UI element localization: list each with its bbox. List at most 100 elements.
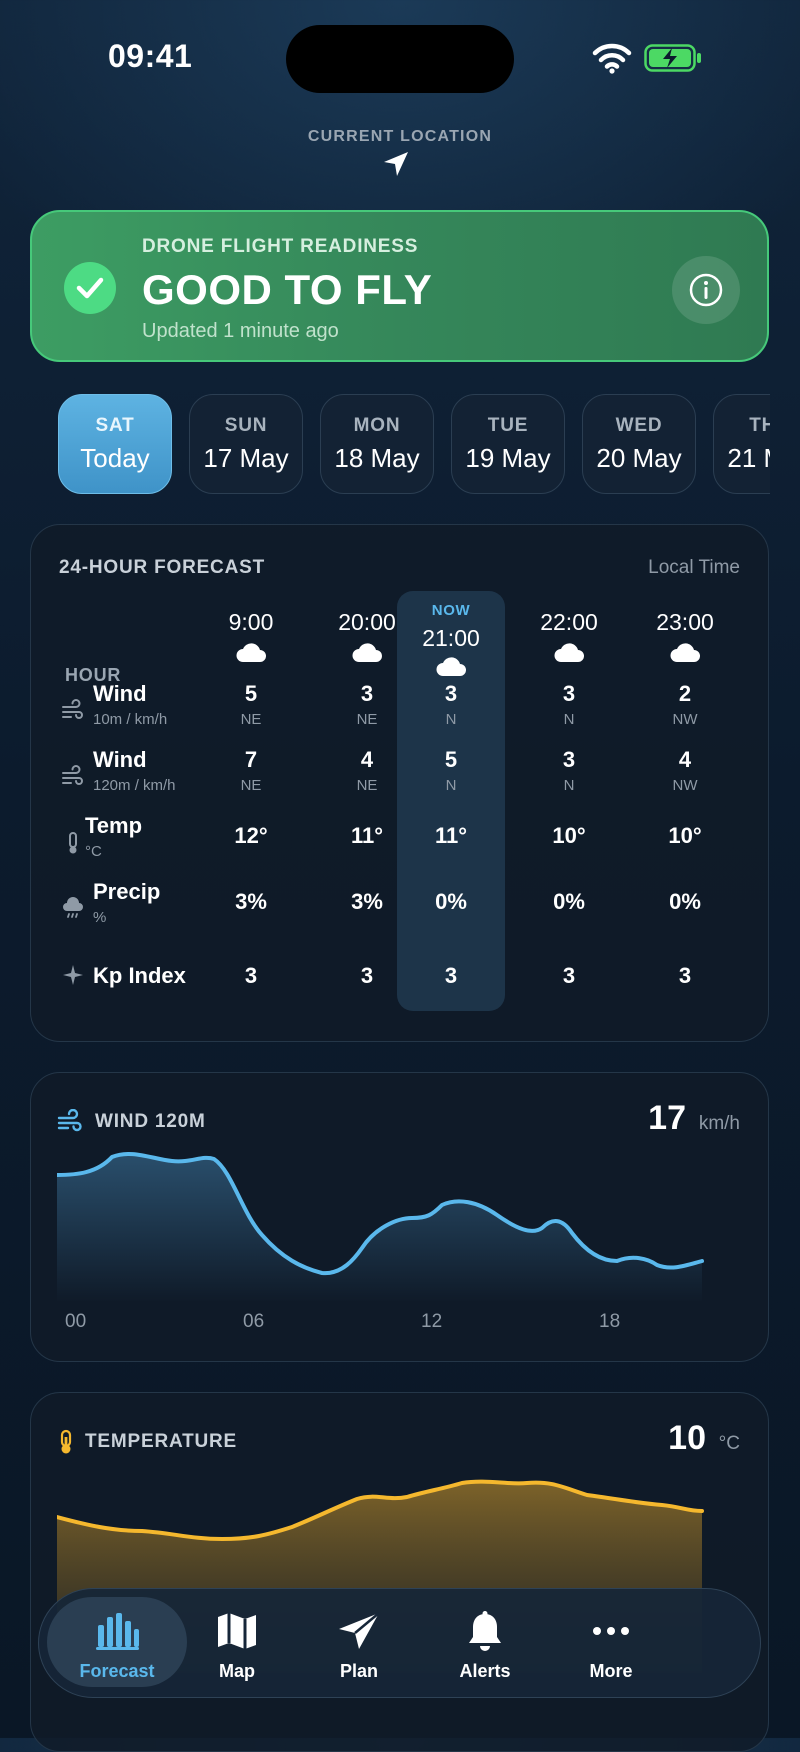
day-chip-sat[interactable]: SAT Today xyxy=(58,394,172,494)
forecast-cell-value: 5 xyxy=(444,747,458,772)
info-button[interactable] xyxy=(672,256,740,324)
row-label: Wind xyxy=(93,681,147,706)
temperature-chart-title: TEMPERATURE xyxy=(85,1431,238,1452)
row-label: Wind xyxy=(93,747,147,772)
readiness-status: GOOD TO FLY xyxy=(142,266,433,313)
tab-label: More xyxy=(589,1661,633,1681)
bell-icon xyxy=(469,1611,501,1651)
row-label: Kp Index xyxy=(93,963,186,988)
day-chip-date: 21 May xyxy=(727,443,770,473)
day-chip-weekday: WED xyxy=(615,415,663,436)
wind-chart-title: WIND 120M xyxy=(95,1111,206,1132)
hour-time: 22:00 xyxy=(540,609,598,635)
tab-more[interactable]: More xyxy=(541,1589,681,1695)
current-location-label[interactable]: CURRENT LOCATION xyxy=(0,128,800,146)
tab-alerts[interactable]: Alerts xyxy=(415,1589,555,1695)
day-selector[interactable]: SAT Today SUN 17 May MON 18 May TUE 19 May WED 20… xyxy=(58,394,770,494)
now-column-highlight xyxy=(397,591,505,1011)
temperature-current-value: 10 xyxy=(668,1419,706,1457)
cloud-icon xyxy=(235,641,267,663)
row-label: Temp xyxy=(85,813,143,838)
row-unit: 120m / km/h xyxy=(93,777,176,794)
wind-chart-card[interactable]: WIND 120M 17 km/h 00 06 12 18 xyxy=(30,1072,769,1362)
temperature-chart-card[interactable]: TEMPERATURE 10 °C xyxy=(30,1392,769,1752)
rain-cloud-icon xyxy=(61,897,85,921)
plane-send-icon xyxy=(339,1612,380,1649)
forecast-cell-value: 3 xyxy=(444,963,458,988)
forecast-cell-value: 3 xyxy=(562,681,576,706)
wind-direction: NW xyxy=(672,711,698,728)
day-chip-weekday: THU xyxy=(749,415,770,436)
cloud-icon xyxy=(351,641,383,663)
flight-readiness-card[interactable]: DRONE FLIGHT READINESS GOOD TO FLY Updat… xyxy=(30,210,769,362)
day-chip-weekday: MON xyxy=(353,415,401,436)
cloud-icon xyxy=(435,655,467,677)
day-chip-date: 18 May xyxy=(334,443,420,473)
day-chip-date: Today xyxy=(80,443,150,473)
forecast-cell-value: 3% xyxy=(235,889,267,914)
forecast-cell-value: 3 xyxy=(562,963,576,988)
forecast-cell-value: 0% xyxy=(553,889,585,914)
day-chip-tue[interactable]: TUE 19 May xyxy=(451,394,565,494)
wind-current-value: 17 xyxy=(648,1099,686,1137)
map-icon xyxy=(218,1613,256,1649)
day-chip-thu[interactable]: THU 21 May xyxy=(713,394,770,494)
wifi-icon xyxy=(592,43,632,74)
day-chip-date: 19 May xyxy=(465,443,551,473)
tab-label: Map xyxy=(219,1661,255,1681)
wind-direction: N xyxy=(563,777,575,794)
forecast-cell-value: 4 xyxy=(678,747,692,772)
wind-direction: NW xyxy=(672,777,698,794)
status-time: 09:41 xyxy=(108,38,193,74)
local-time-toggle[interactable]: Local Time xyxy=(648,557,740,579)
day-chip-date: 20 May xyxy=(596,443,682,473)
day-chip-wed[interactable]: WED 20 May xyxy=(582,394,696,494)
hour-time: 21:00 xyxy=(422,625,480,651)
row-label: Precip xyxy=(93,879,161,904)
wind-xtick: 18 xyxy=(599,1311,621,1332)
tab-label: Forecast xyxy=(79,1661,155,1681)
hour-time: 23:00 xyxy=(656,609,714,635)
hour-time: 9:00 xyxy=(228,609,274,635)
sparkle-icon xyxy=(61,963,85,987)
info-icon xyxy=(689,273,723,307)
forecast-title: 24-HOUR FORECAST xyxy=(59,557,265,578)
wind-chart-plot xyxy=(57,1152,704,1303)
hourly-forecast-card: 24-HOUR FORECAST Local Time NOW HOUR 9:0… xyxy=(30,524,769,1042)
forecast-cell-value: 5 xyxy=(244,681,258,706)
wind-icon xyxy=(57,1109,82,1132)
forecast-cell-value: 10° xyxy=(552,823,586,848)
readiness-eyebrow: DRONE FLIGHT READINESS xyxy=(142,236,419,257)
forecast-cell-value: 0% xyxy=(435,889,467,914)
wind-direction: NE xyxy=(240,777,262,794)
day-chip-mon[interactable]: MON 18 May xyxy=(320,394,434,494)
forecast-bars-icon xyxy=(96,1613,139,1650)
wind-unit: km/h xyxy=(698,1113,740,1134)
thermometer-icon xyxy=(61,831,85,855)
wind-direction: N xyxy=(445,777,457,794)
forecast-cell-value: 7 xyxy=(244,747,258,772)
wind-direction: N xyxy=(563,711,575,728)
cloud-icon xyxy=(669,641,701,663)
temperature-unit: °C xyxy=(718,1433,740,1454)
day-chip-sun[interactable]: SUN 17 May xyxy=(189,394,303,494)
tab-label: Plan xyxy=(339,1661,378,1681)
battery-charging-icon xyxy=(644,44,701,72)
wind-icon xyxy=(61,699,85,723)
row-unit: °C xyxy=(85,843,102,860)
tab-forecast[interactable]: Forecast xyxy=(47,1597,187,1687)
row-unit: % xyxy=(93,909,107,926)
wind-direction: NE xyxy=(240,711,262,728)
readiness-updated: Updated 1 minute ago xyxy=(142,320,339,342)
tab-map[interactable]: Map xyxy=(167,1589,307,1695)
forecast-cell-value: 3 xyxy=(244,963,258,988)
location-arrow-icon[interactable] xyxy=(382,150,410,178)
tab-bar: Forecast Map Plan Alerts More xyxy=(38,1588,761,1698)
tab-plan[interactable]: Plan xyxy=(289,1589,429,1695)
wind-xtick: 00 xyxy=(65,1311,87,1332)
thermometer-icon xyxy=(60,1429,72,1454)
wind-icon xyxy=(61,765,85,789)
dynamic-island xyxy=(286,25,514,93)
forecast-cell-value: 10° xyxy=(668,823,702,848)
forecast-cell-value: 0% xyxy=(669,889,701,914)
